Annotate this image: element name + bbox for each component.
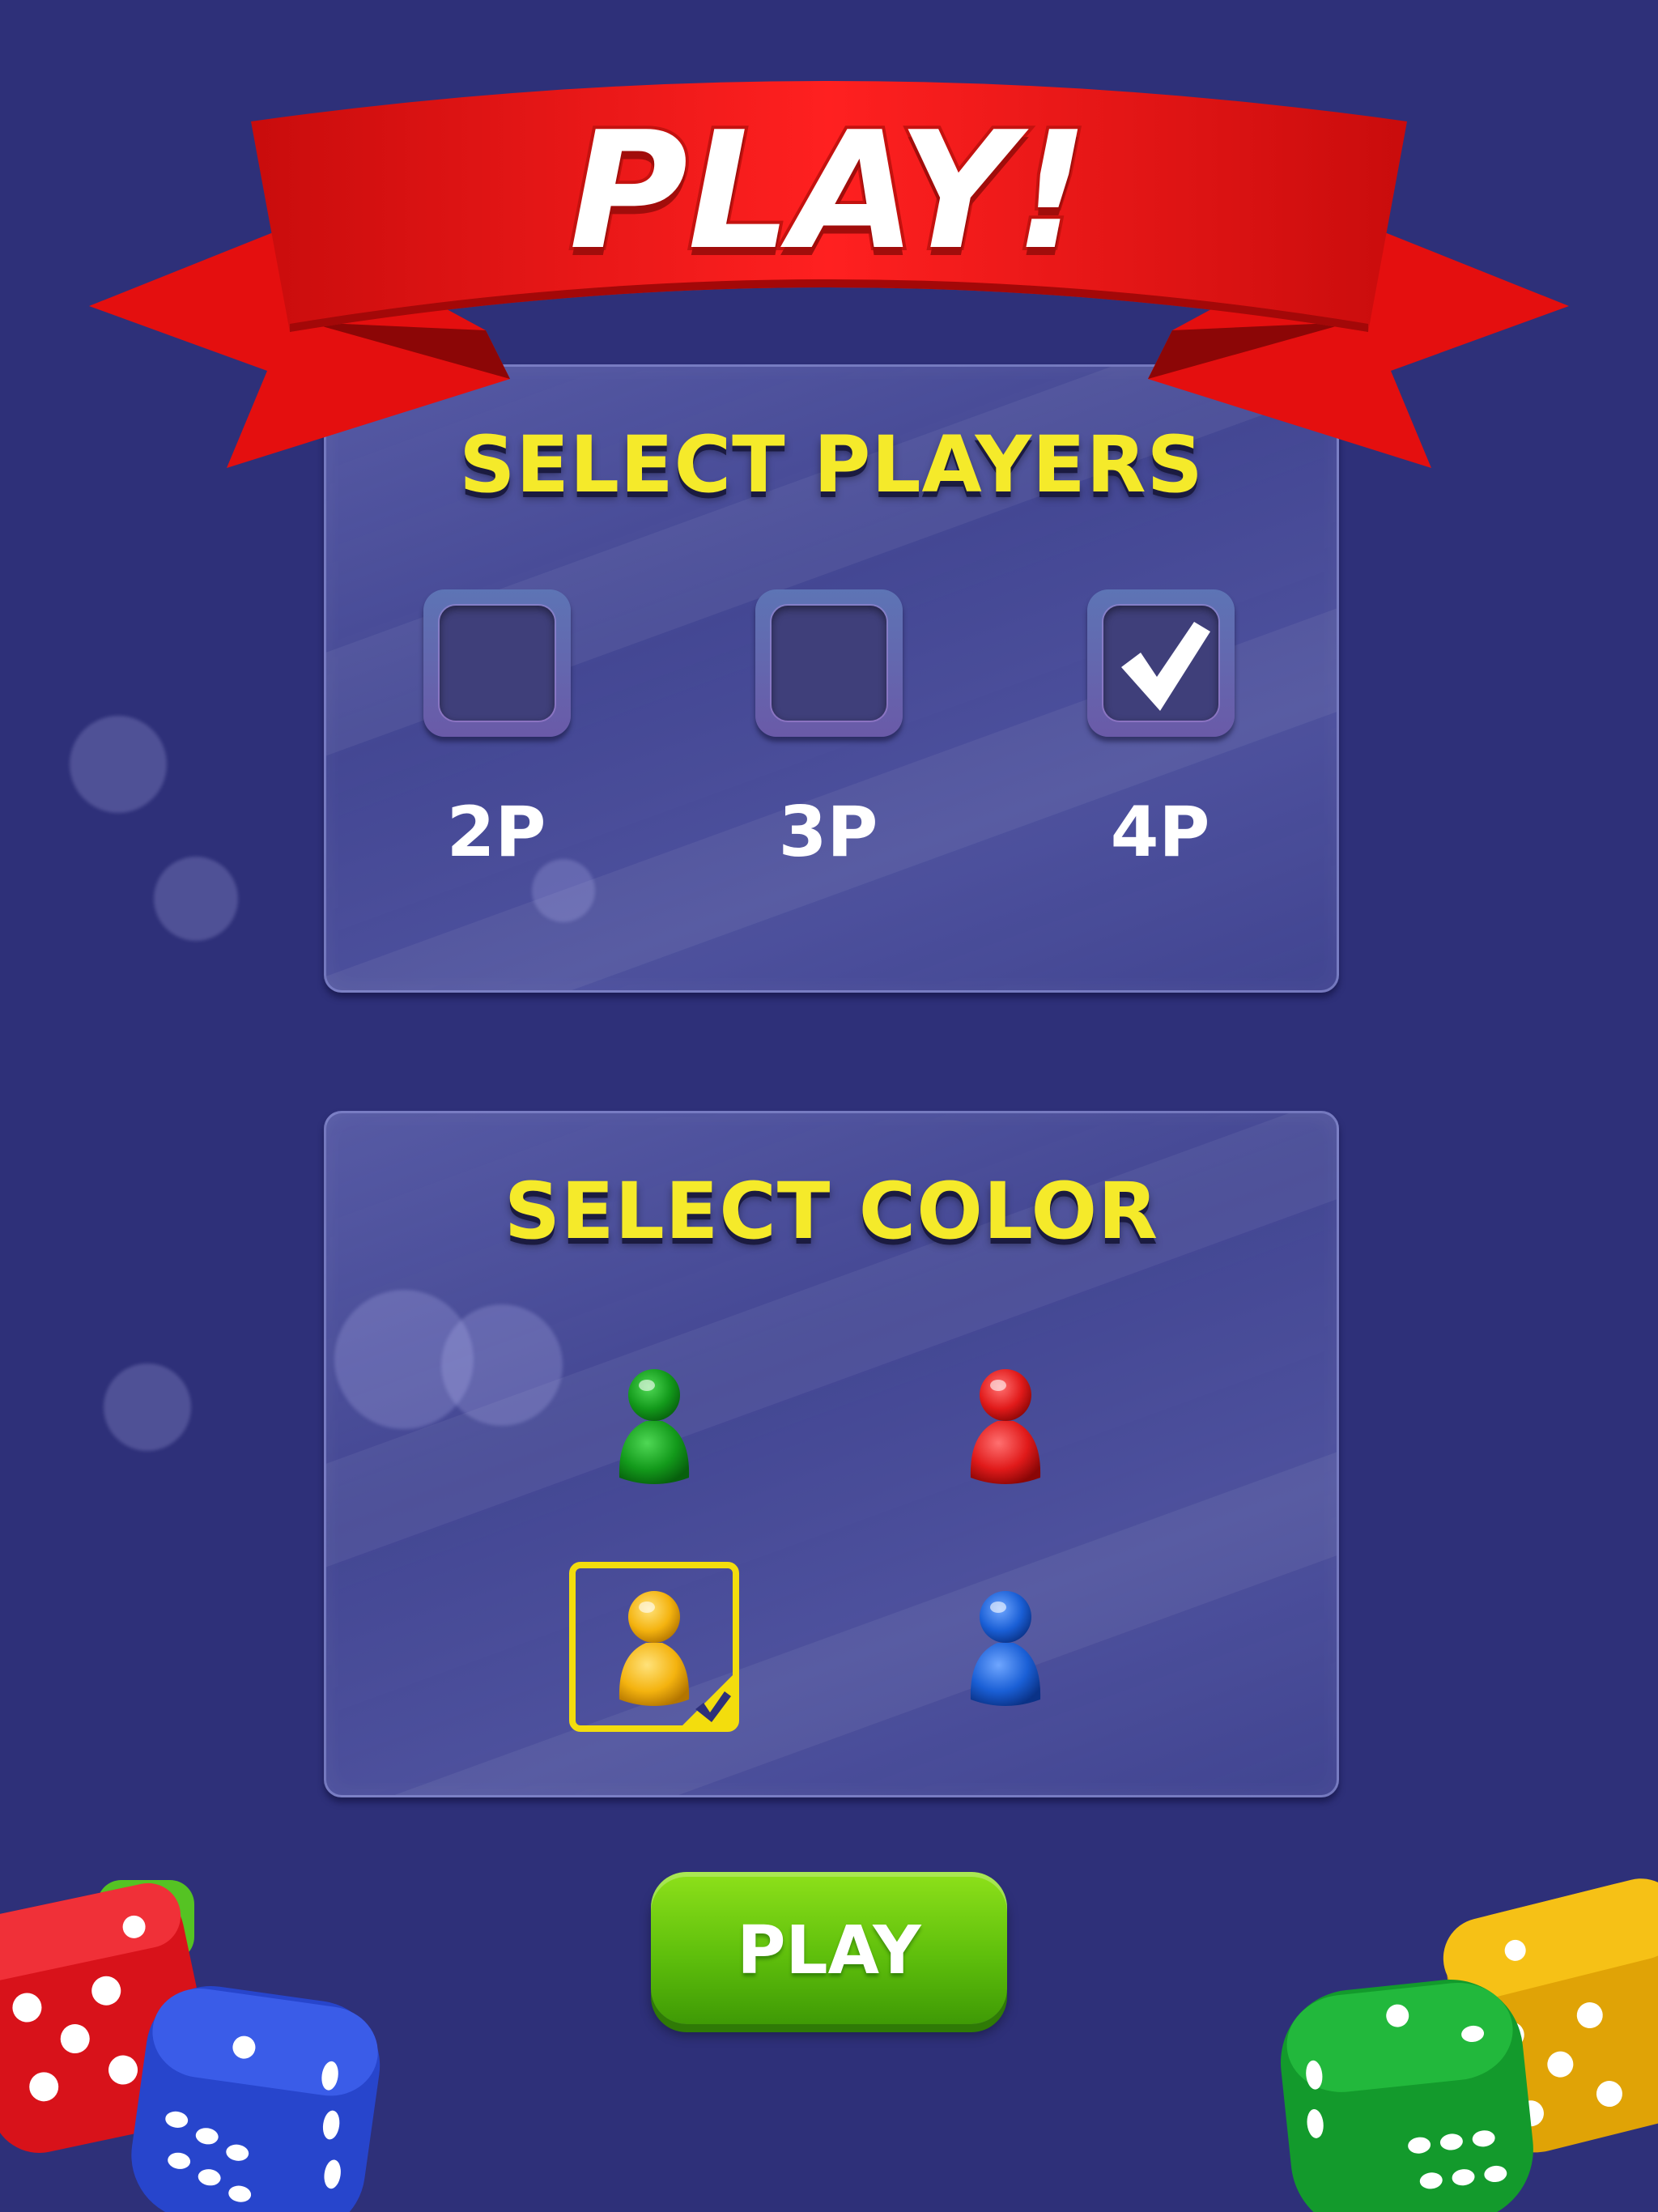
- bokeh-light: [441, 1304, 563, 1426]
- select-color-panel: SELECT COLOR: [324, 1111, 1339, 1797]
- play-button-label: PLAY: [737, 1912, 921, 1989]
- checkbox-2p[interactable]: [423, 589, 571, 737]
- yellow-pawn-icon: [619, 1591, 733, 1725]
- label-4p: 4P: [1110, 792, 1210, 873]
- checkmark-icon: [1121, 622, 1210, 711]
- yellow-pawn-button[interactable]: [569, 1562, 739, 1732]
- label-3p: 3P: [778, 792, 878, 873]
- blue-pawn-button[interactable]: [920, 1562, 1090, 1732]
- play-button[interactable]: PLAY: [651, 1872, 1007, 2024]
- red-pawn-button[interactable]: [920, 1340, 1090, 1510]
- dice-decoration-left: [0, 1880, 380, 2212]
- checkbox-3p[interactable]: [755, 589, 903, 737]
- green-pawn-button[interactable]: [569, 1340, 739, 1510]
- checkbox-4p[interactable]: [1087, 589, 1235, 737]
- blue-pawn-icon: [970, 1591, 1041, 1706]
- bokeh-light: [70, 716, 167, 813]
- green-pawn-icon: [619, 1369, 690, 1484]
- red-pawn-icon: [970, 1369, 1041, 1484]
- select-color-title: SELECT COLOR: [504, 1166, 1159, 1257]
- label-2p: 2P: [446, 792, 546, 873]
- dice-decoration-right: [1281, 1878, 1658, 2212]
- bokeh-light: [154, 857, 238, 941]
- bokeh-light: [104, 1363, 191, 1451]
- banner-title: PLAY!: [566, 94, 1092, 289]
